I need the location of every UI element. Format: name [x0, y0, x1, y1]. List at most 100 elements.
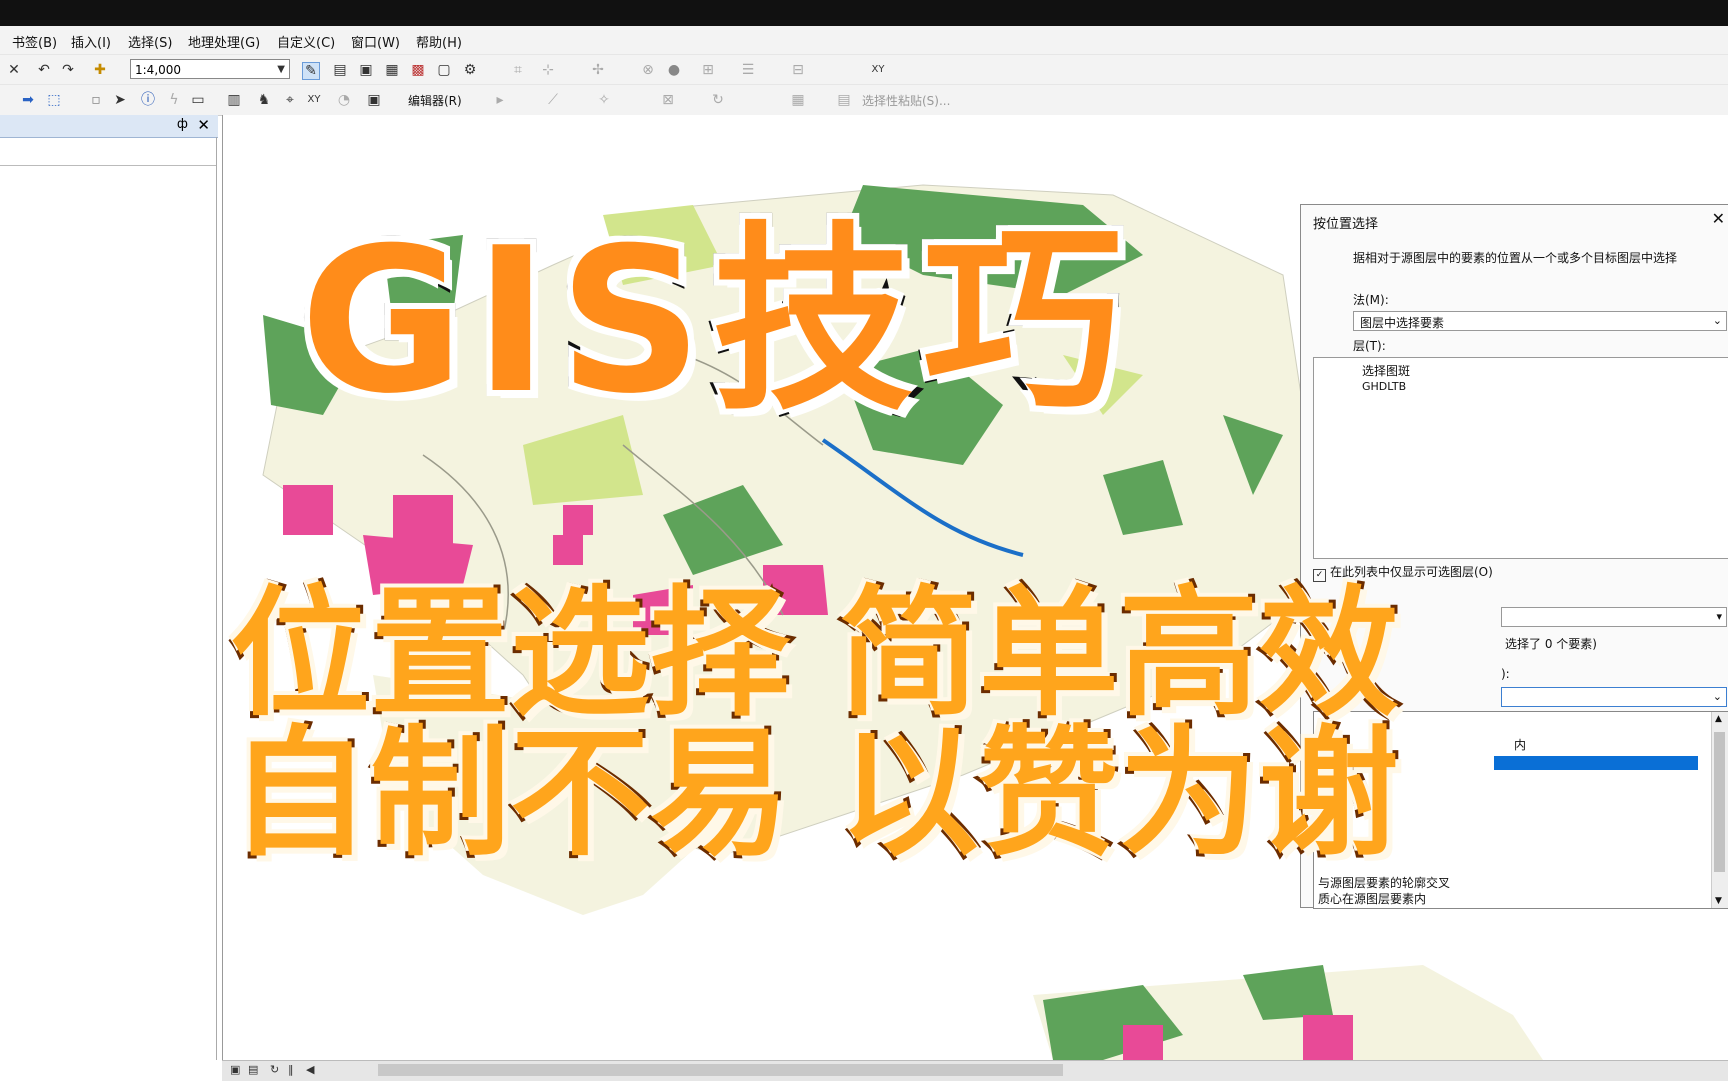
tools-toolbar: ➡ ⬚ ▫ ➤ ⓘ ϟ ▭ ▥ ♞ ⌖ XY ◔ ▣ 编辑器(R) ▸ ⟋ ✧ … [0, 84, 1728, 116]
menu-customize[interactable]: 自定义(C) [277, 32, 335, 51]
dropdown-item-highlighted[interactable] [1494, 756, 1698, 770]
method-label: 法(M): [1353, 293, 1389, 307]
pink-zone-7 [553, 535, 583, 565]
chevron-down-icon: ▼ [277, 64, 285, 75]
move-icon[interactable]: ✢ [590, 62, 606, 78]
menu-windows[interactable]: 窗口(W) [351, 32, 400, 51]
find-icon[interactable]: ♞ [256, 92, 272, 108]
scroll-down-icon[interactable]: ▼ [1715, 896, 1722, 906]
window-top-bar [0, 0, 1728, 26]
find-route-icon[interactable]: ⌖ [282, 92, 298, 108]
attributes-icon[interactable]: ▦ [790, 92, 806, 108]
map-scale-combo[interactable]: 1:4,000 ▼ [130, 59, 290, 79]
model-builder-icon[interactable]: ⚙ [462, 62, 478, 78]
dialog-description: 据相对于源图层中的要素的位置从一个或多个目标图层中选择 [1353, 251, 1678, 265]
dialog-title: 按位置选择 [1313, 217, 1379, 232]
search-window-icon[interactable]: ▦ [384, 62, 400, 78]
editor-menu[interactable]: 编辑器(R) [408, 92, 462, 109]
hyperlink-icon[interactable]: ϟ [166, 92, 182, 108]
chevron-down-icon: ⌄ [1712, 314, 1722, 327]
overlay-title: GIS技巧 [294, 205, 1133, 438]
paste-special-menu[interactable]: 选择性粘贴(S)... [862, 92, 950, 109]
target-layers-label: 层(T): [1353, 339, 1386, 353]
scroll-left-icon[interactable]: ◀ [306, 1063, 314, 1076]
add-data-icon[interactable]: ✚ [92, 62, 108, 78]
menu-geoprocessing[interactable]: 地理处理(G) [188, 32, 260, 51]
globe-icon[interactable]: ● [666, 62, 682, 78]
straight-segment-icon[interactable]: ⟋ [545, 92, 561, 108]
selected-count-text: 选择了 0 个要素) [1505, 637, 1597, 651]
table-of-contents [0, 137, 217, 166]
dropdown-scrollbar[interactable]: ▲ ▼ [1711, 712, 1728, 908]
overlay-subtitle-2: 自制不易 以赞为谢 [227, 713, 1402, 876]
python-icon[interactable]: ▢ [436, 62, 452, 78]
standard-toolbar: ✕ ↶ ↷ ✚ 1:4,000 ▼ ✎ ▤ ▣ ▦ ▩ ▢ ⚙ ⌗ ⊹ ✢ ⊗ … [0, 54, 1728, 85]
toc-header: ф ✕ [0, 115, 218, 138]
method-combo[interactable]: 图层中选择要素 ⌄ [1353, 311, 1727, 331]
pink-zone-9 [1303, 1015, 1353, 1060]
dropdown-item[interactable]: 与源图层要素的轮廓交叉 [1318, 874, 1450, 891]
pink-zone-8 [1123, 1025, 1163, 1060]
measure-icon[interactable]: ▥ [226, 92, 242, 108]
close-icon[interactable]: ✕ [197, 116, 210, 134]
create-viewer-icon[interactable]: ▣ [366, 92, 382, 108]
snap-icon[interactable]: ⌗ [510, 62, 526, 78]
select-elements-icon[interactable]: ➤ [112, 92, 128, 108]
chevron-down-icon: ▾ [1716, 610, 1722, 623]
layout-view-icon[interactable]: ▤ [248, 1063, 258, 1076]
menu-insert[interactable]: 插入(I) [71, 32, 111, 51]
target-layer-item[interactable]: GHDLTB [1362, 380, 1406, 393]
editor-toolbar-icon[interactable]: ✎ [302, 62, 320, 80]
undo-icon[interactable]: ↶ [36, 62, 52, 78]
catalog-icon[interactable]: ▣ [358, 62, 374, 78]
refresh-icon[interactable]: ↻ [270, 1063, 279, 1076]
toc-divider[interactable] [216, 137, 217, 1060]
close-icon[interactable]: ✕ [1712, 209, 1725, 228]
method-value: 图层中选择要素 [1360, 316, 1445, 330]
overlay-subtitle-1: 位置选择 简单高效 [227, 573, 1402, 736]
sketch-properties-icon[interactable]: ▤ [836, 92, 852, 108]
pink-zone-5 [283, 485, 333, 535]
identify-icon[interactable]: ⓘ [140, 92, 156, 108]
rotate-icon[interactable]: ↻ [710, 92, 726, 108]
forward-arrow-icon[interactable]: ➡ [20, 92, 36, 108]
sketch-icon[interactable]: ⊗ [640, 62, 656, 78]
arctoolbox-icon[interactable]: ▩ [410, 62, 426, 78]
menu-bookmarks[interactable]: 书签(B) [12, 32, 57, 51]
scroll-thumb[interactable] [1714, 732, 1725, 872]
data-view-icon[interactable]: ▣ [230, 1063, 240, 1076]
menu-selection[interactable]: 选择(S) [128, 32, 172, 51]
topology-icon[interactable]: ⊞ [700, 62, 716, 78]
align-icon[interactable]: ☰ [740, 62, 756, 78]
source-layer-combo[interactable]: ▾ [1501, 607, 1727, 627]
pause-icon[interactable]: ‖ [288, 1063, 294, 1076]
delete-icon[interactable]: ✕ [6, 62, 22, 78]
target-layer-item[interactable]: 选择图斑 [1362, 362, 1410, 379]
grid-icon[interactable]: ⊟ [790, 62, 806, 78]
pink-zone-6 [563, 505, 593, 535]
scroll-up-icon[interactable]: ▲ [1715, 714, 1722, 724]
edit-tool-icon[interactable]: ▸ [492, 92, 508, 108]
table-of-contents-icon[interactable]: ▤ [332, 62, 348, 78]
html-popup-icon[interactable]: ▭ [190, 92, 206, 108]
xy-icon[interactable]: XY [870, 62, 886, 78]
horizontal-scroll-thumb[interactable] [378, 1064, 1063, 1076]
menu-help[interactable]: 帮助(H) [416, 32, 462, 51]
pin-icon[interactable]: ф [177, 117, 188, 132]
chevron-down-icon: ⌄ [1712, 690, 1722, 703]
menu-bar: 书签(B) 插入(I) 选择(S) 地理处理(G) 自定义(C) 窗口(W) 帮… [0, 26, 1728, 54]
dropdown-item[interactable]: 内 [1514, 736, 1526, 753]
clear-selection-icon[interactable]: ▫ [88, 92, 104, 108]
target-layers-list[interactable]: 选择图斑 GHDLTB [1313, 357, 1728, 559]
dropdown-item[interactable]: 质心在源图层要素内 [1318, 890, 1426, 907]
spatial-method-combo[interactable]: ⌄ [1501, 687, 1727, 707]
go-to-xy-icon[interactable]: XY [306, 92, 322, 108]
edit-vertices-icon[interactable]: ✧ [596, 92, 612, 108]
redo-icon[interactable]: ↷ [60, 62, 76, 78]
map-scale-value: 1:4,000 [135, 63, 182, 77]
split-icon[interactable]: ⊠ [660, 92, 676, 108]
vertex-icon[interactable]: ⊹ [540, 62, 556, 78]
spatial-method-label: ): [1501, 667, 1510, 681]
select-features-icon[interactable]: ⬚ [46, 92, 62, 108]
time-slider-icon[interactable]: ◔ [336, 92, 352, 108]
